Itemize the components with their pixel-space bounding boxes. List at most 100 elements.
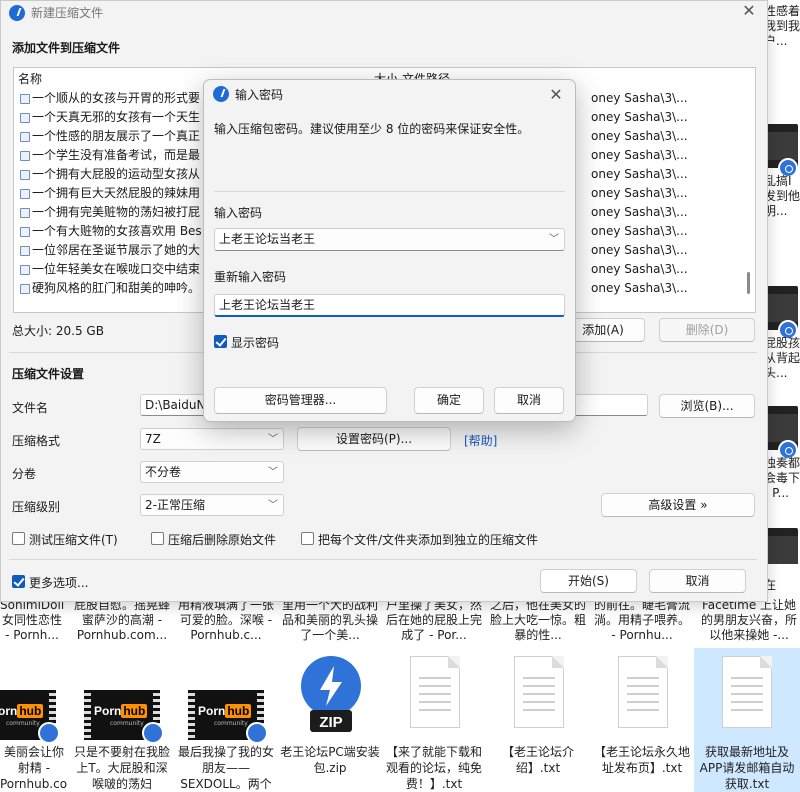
format-select[interactable]: 7Z ﹀ [140, 428, 284, 450]
text-file-icon [618, 656, 668, 728]
password-input[interactable]: 上老王论坛当老王 ﹀ [214, 228, 565, 251]
more-options-checkbox[interactable] [12, 575, 25, 588]
file-icon [20, 170, 30, 180]
file-icon [20, 246, 30, 256]
chevron-down-icon: ﹀ [268, 434, 278, 445]
file-name-label: 屁股自慰。摇晃蜂蜜萨沙的高潮 - Pornhub.com... [74, 598, 170, 642]
reenter-password-label: 重新输入密码 [214, 270, 287, 284]
help-link[interactable]: [帮助] [464, 432, 497, 449]
delete-button[interactable]: 删除(D) [659, 318, 755, 342]
cloud-sync-icon [142, 722, 164, 744]
file-icon [20, 208, 30, 218]
delete-after-label[interactable]: 压缩后删除原始文件 [168, 531, 276, 548]
dialog-titlebar: 新建压缩文件 ✕ [1, 1, 767, 31]
file-name-label: 老王论坛PC端安装包.zip [280, 745, 380, 775]
chevron-down-icon: ﹀ [268, 467, 278, 478]
file-icon [20, 151, 30, 161]
file-icon [20, 284, 30, 294]
file-name-label: 美丽会让你射精 - Pornhub.com.m [0, 745, 68, 791]
level-label: 压缩级别 [12, 500, 61, 514]
file-icon [20, 113, 30, 123]
file-icon [20, 132, 30, 142]
close-icon[interactable]: ✕ [739, 1, 759, 21]
chevron-down-icon: ﹀ [268, 500, 278, 511]
file-name-label: 户里操了美女，然后在她的屁股上完成了 - Por... [386, 598, 482, 642]
test-archive-label[interactable]: 测试压缩文件(T) [29, 531, 118, 548]
set-password-button[interactable]: 设置密码(P)... [297, 427, 451, 451]
file-name-label: Facetime 上让她的男朋友兴奋，所以他来操她 -... [700, 598, 797, 642]
file-name-label: 【老王论坛永久地址发布页】.txt [593, 745, 690, 775]
show-password-label[interactable]: 显示密码 [231, 334, 279, 351]
password-label: 输入密码 [214, 206, 263, 220]
dialog-title: 新建压缩文件 [31, 6, 104, 20]
delete-after-checkbox[interactable] [151, 532, 164, 545]
separate-archives-checkbox[interactable] [301, 532, 314, 545]
explorer-file-tile[interactable]: Pornhub community 美丽会让你射精 - Pornhub.com.… [0, 648, 70, 792]
explorer-file-tile[interactable]: 【老王论坛介绍】.txt [486, 648, 590, 792]
section-divider [9, 559, 757, 560]
section-divider [214, 191, 565, 192]
file-name-label: 里用一个大的战利品和美丽的乳头操了一个美... [282, 598, 378, 642]
explorer-file-tile[interactable]: Porn hub community 只是不要射在我脸上T。大屁股和深喉啵的荡妇 [70, 648, 174, 792]
explorer-file-tile-selected[interactable]: 获取最新地址及APP请发邮箱自动获取.txt [694, 648, 800, 792]
file-name-label: 的前往。睫毛膏流淌。用精子喂养。 - Pornhu... [594, 598, 690, 642]
start-button[interactable]: 开始(S) [540, 569, 637, 593]
file-name-label: 【老王论坛介绍】.txt [501, 745, 574, 775]
show-password-checkbox[interactable] [214, 335, 227, 348]
cloud-sync-icon [246, 722, 268, 744]
more-options-label[interactable]: 更多选项... [29, 574, 88, 591]
test-archive-checkbox[interactable] [12, 532, 25, 545]
add-files-heading: 添加文件到压缩文件 [12, 41, 121, 55]
ok-button[interactable]: 确定 [414, 387, 484, 414]
close-icon[interactable]: ✕ [546, 85, 566, 105]
explorer-row-partial: SonimiDoll女同性恋性 - Pornh... 屁股自慰。摇晃蜂蜜萨沙的高… [0, 598, 800, 648]
text-file-icon [410, 656, 460, 728]
file-list-scrollbar[interactable] [745, 72, 753, 308]
password-dialog: 输入密码 ✕ 输入压缩包密码。建议使用至少 8 位的密码来保证安全性。 输入密码… [203, 79, 576, 422]
scrollbar-thumb[interactable] [747, 272, 750, 294]
reenter-password-input[interactable]: 上老王论坛当老王 [214, 294, 565, 317]
filename-label: 文件名 [12, 401, 49, 415]
file-icon [20, 94, 30, 104]
zip-archive-icon: ZIP [301, 656, 361, 732]
dialog-titlebar: 输入密码 ✕ [204, 80, 575, 110]
cancel-button[interactable]: 取消 [494, 387, 564, 414]
file-icon [20, 189, 30, 199]
text-file-icon [514, 656, 564, 728]
format-select-value: 7Z [145, 432, 161, 446]
volume-select-value: 不分卷 [145, 465, 182, 479]
explorer-file-row: Pornhub community 美丽会让你射精 - Pornhub.com.… [0, 648, 800, 792]
video-thumbnail [766, 528, 798, 564]
explorer-file-tile[interactable]: 【来了就能下载和观看的论坛，纯免费！】.txt [382, 648, 486, 792]
cloud-sync-icon [38, 722, 60, 744]
file-name-label: 最后我操了我的女朋友——SEXDOLL。两个 [177, 745, 274, 791]
total-size-label: 总大小: 20.5 GB [12, 324, 104, 338]
file-name-label: 之后，他在美女的脸上大吃一惊。粗暴的性... [490, 598, 586, 642]
advanced-settings-button[interactable]: 高级设置 » [601, 493, 755, 517]
explorer-file-tile[interactable]: ZIP 老王论坛PC端安装包.zip [278, 648, 382, 792]
app-logo-icon [213, 86, 229, 102]
explorer-file-tile[interactable]: Porn hub community 最后我操了我的女朋友——SEXDOLL。两个 [174, 648, 278, 792]
file-icon [20, 227, 30, 237]
browse-button[interactable]: 浏览(B)... [659, 394, 755, 418]
cancel-button[interactable]: 取消 [649, 569, 746, 593]
explorer-file-tile[interactable]: 【老王论坛永久地址发布页】.txt [590, 648, 694, 792]
volume-label: 分卷 [12, 467, 37, 481]
zip-badge-text: ZIP [319, 714, 342, 731]
password-input-value: 上老王论坛当老王 [219, 232, 316, 246]
separate-archives-label[interactable]: 把每个文件/文件夹添加到独立的压缩文件 [318, 531, 538, 548]
level-select[interactable]: 2-正常压缩 ﹀ [140, 494, 284, 516]
text-file-icon [722, 656, 772, 728]
file-name-label: 只是不要射在我脸上T。大屁股和深喉啵的荡妇 [73, 745, 170, 791]
volume-select[interactable]: 不分卷 ﹀ [140, 461, 284, 483]
archive-settings-heading: 压缩文件设置 [12, 367, 85, 381]
password-description: 输入压缩包密码。建议使用至少 8 位的密码来保证安全性。 [214, 122, 530, 136]
file-name-label: 获取最新地址及APP请发邮箱自动获取.txt [699, 745, 795, 791]
file-name-label: 【来了就能下载和观看的论坛，纯免费！】.txt [385, 745, 482, 791]
password-manager-button[interactable]: 密码管理器... [214, 387, 387, 414]
column-name[interactable]: 名称 [18, 70, 42, 87]
file-icon [20, 265, 30, 275]
file-name-label: 用精液填满了一张可爱的脸。深喉 - Pornhub.c... [178, 598, 274, 642]
file-name-label: SonimiDoll女同性恋性 - Pornh... [0, 598, 64, 642]
chevron-down-icon: ﹀ [549, 234, 559, 245]
